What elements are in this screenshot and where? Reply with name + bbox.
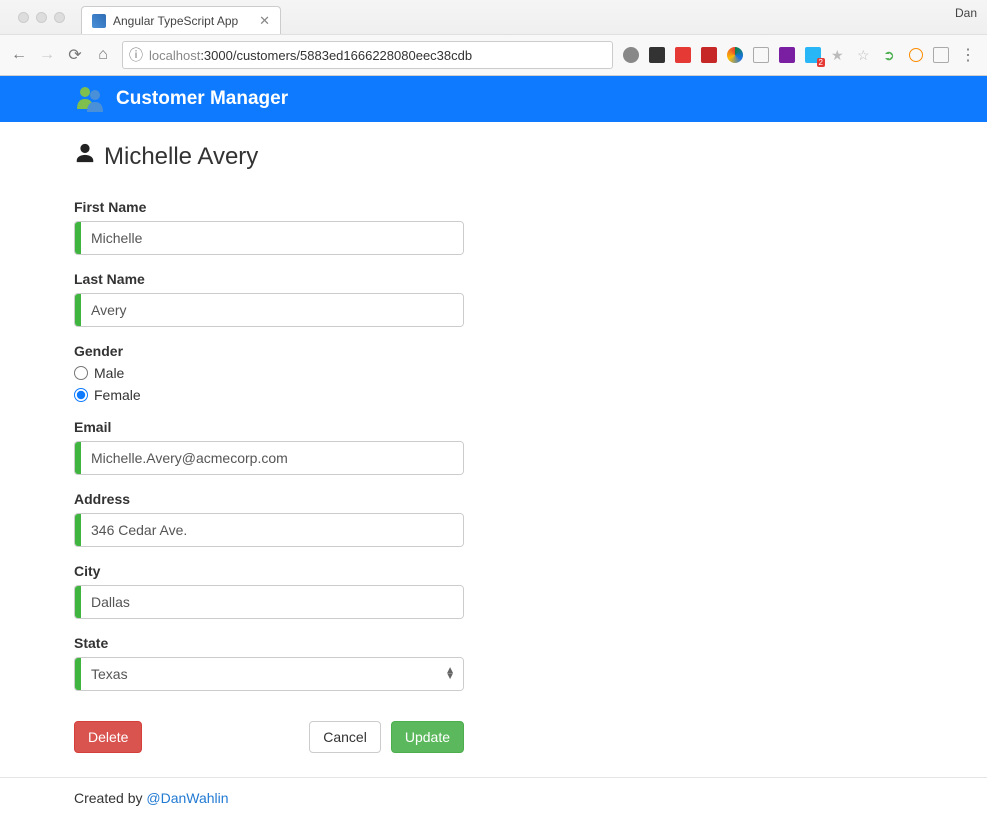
tab-bar: Angular TypeScript App ✕ Dan <box>0 0 987 34</box>
ext-icon[interactable] <box>649 47 665 63</box>
gender-option-female[interactable]: Female <box>74 387 913 403</box>
app-title: Customer Manager <box>116 88 288 110</box>
form-group-city: City <box>74 563 913 619</box>
cancel-button[interactable]: Cancel <box>309 721 381 753</box>
state-select-wrap: Texas ▲▼ <box>74 657 464 691</box>
first-name-input[interactable] <box>81 222 463 254</box>
ext-icon[interactable] <box>933 47 949 63</box>
profile-name[interactable]: Dan <box>955 0 987 20</box>
address-input[interactable] <box>81 514 463 546</box>
footer-author-link[interactable]: @DanWahlin <box>146 790 228 806</box>
nav-bar: ← → ⟳ ⌂ ⓘ localhost:3000/customers/5883e… <box>0 34 987 75</box>
gender-label: Gender <box>74 343 913 359</box>
window-controls <box>8 12 75 23</box>
state-label: State <box>74 635 913 651</box>
ext-icon[interactable] <box>909 48 923 62</box>
browser-tab[interactable]: Angular TypeScript App ✕ <box>81 6 281 34</box>
menu-icon[interactable]: ⋮ <box>959 46 977 64</box>
gender-option-male[interactable]: Male <box>74 365 913 381</box>
url-text: localhost:3000/customers/5883ed166622808… <box>149 48 606 63</box>
app-logo-icon <box>74 83 106 115</box>
email-input[interactable] <box>81 442 463 474</box>
address-label: Address <box>74 491 913 507</box>
ext-icon[interactable] <box>779 47 795 63</box>
content: Michelle Avery First Name Last Name Gend… <box>0 122 987 765</box>
form-group-email: Email <box>74 419 913 475</box>
form-group-address: Address <box>74 491 913 547</box>
maximize-window-icon[interactable] <box>54 12 65 23</box>
last-name-label: Last Name <box>74 271 913 287</box>
city-label: City <box>74 563 913 579</box>
gender-radio-male[interactable] <box>74 366 88 380</box>
forward-icon[interactable]: → <box>38 46 56 64</box>
first-name-label: First Name <box>74 199 913 215</box>
email-input-wrap <box>74 441 464 475</box>
form-group-last-name: Last Name <box>74 271 913 327</box>
last-name-input[interactable] <box>81 294 463 326</box>
delete-button[interactable]: Delete <box>74 721 142 753</box>
ext-icon[interactable] <box>727 47 743 63</box>
info-icon[interactable]: ⓘ <box>129 45 143 65</box>
extension-icons: 2 ★ ☆ ➲ ⋮ <box>623 46 977 64</box>
tab-title: Angular TypeScript App <box>113 14 238 28</box>
ext-icon[interactable]: 2 <box>805 47 821 63</box>
app-header: Customer Manager <box>0 76 987 122</box>
ext-icon[interactable]: ☆ <box>857 47 873 63</box>
update-button[interactable]: Update <box>391 721 464 753</box>
ext-icon[interactable] <box>623 47 639 63</box>
state-select[interactable]: Texas <box>81 658 463 690</box>
browser-chrome: Angular TypeScript App ✕ Dan ← → ⟳ ⌂ ⓘ l… <box>0 0 987 76</box>
footer-text: Created by <box>74 790 146 806</box>
form-group-first-name: First Name <box>74 199 913 255</box>
first-name-input-wrap <box>74 221 464 255</box>
last-name-input-wrap <box>74 293 464 327</box>
form-group-state: State Texas ▲▼ <box>74 635 913 691</box>
ext-icon[interactable] <box>753 47 769 63</box>
tab-favicon-icon <box>92 14 106 28</box>
ext-icon[interactable] <box>675 47 691 63</box>
reload-icon[interactable]: ⟳ <box>66 46 84 64</box>
footer: Created by @DanWahlin <box>0 777 987 824</box>
close-window-icon[interactable] <box>18 12 29 23</box>
gender-female-label: Female <box>94 387 141 403</box>
form-group-gender: Gender Male Female <box>74 343 913 403</box>
person-icon <box>74 142 96 171</box>
email-label: Email <box>74 419 913 435</box>
home-icon[interactable]: ⌂ <box>94 46 112 64</box>
page-title-text: Michelle Avery <box>104 143 258 171</box>
button-row: Delete Cancel Update <box>74 721 464 753</box>
city-input-wrap <box>74 585 464 619</box>
ext-icon[interactable]: ➲ <box>883 47 899 63</box>
minimize-window-icon[interactable] <box>36 12 47 23</box>
tab-close-icon[interactable]: ✕ <box>259 13 270 29</box>
url-bar[interactable]: ⓘ localhost:3000/customers/5883ed1666228… <box>122 41 613 69</box>
gender-radio-female[interactable] <box>74 388 88 402</box>
address-input-wrap <box>74 513 464 547</box>
city-input[interactable] <box>81 586 463 618</box>
gender-male-label: Male <box>94 365 124 381</box>
back-icon[interactable]: ← <box>10 46 28 64</box>
ext-icon[interactable] <box>701 47 717 63</box>
page-title: Michelle Avery <box>74 142 913 171</box>
ext-icon[interactable]: ★ <box>831 47 847 63</box>
